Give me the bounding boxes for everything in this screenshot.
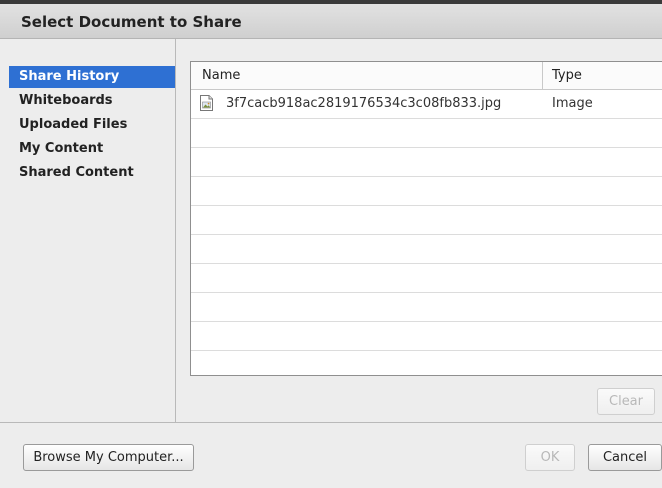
row-divider xyxy=(191,321,662,322)
dialog-title: Select Document to Share xyxy=(21,13,242,31)
row-divider xyxy=(191,263,662,264)
file-list: Name Type 3f7cacb918ac2819176534c3c08fb8… xyxy=(190,61,662,376)
image-file-icon xyxy=(200,95,213,111)
sidebar: Share History Whiteboards Uploaded Files… xyxy=(0,39,176,422)
row-divider xyxy=(191,118,662,119)
file-name: 3f7cacb918ac2819176534c3c08fb833.jpg xyxy=(226,96,502,111)
sidebar-item-uploaded-files[interactable]: Uploaded Files xyxy=(9,114,175,136)
sidebar-item-my-content[interactable]: My Content xyxy=(9,138,175,160)
row-divider xyxy=(191,205,662,206)
row-divider xyxy=(191,234,662,235)
file-row[interactable]: 3f7cacb918ac2819176534c3c08fb833.jpg Ima… xyxy=(191,90,662,118)
sidebar-item-share-history[interactable]: Share History xyxy=(9,66,175,88)
column-divider[interactable] xyxy=(542,62,543,89)
clear-button[interactable]: Clear xyxy=(597,388,655,415)
sidebar-item-shared-content[interactable]: Shared Content xyxy=(9,162,175,184)
row-divider xyxy=(191,350,662,351)
cancel-button[interactable]: Cancel xyxy=(588,444,662,471)
row-divider xyxy=(191,292,662,293)
column-header-name[interactable]: Name xyxy=(202,68,240,83)
column-header-type[interactable]: Type xyxy=(552,68,582,83)
file-list-header: Name Type xyxy=(191,62,662,90)
dialog-titlebar: Select Document to Share xyxy=(0,4,662,39)
row-divider xyxy=(191,147,662,148)
file-type: Image xyxy=(552,96,593,111)
row-divider xyxy=(191,176,662,177)
dialog-footer: Browse My Computer... OK Cancel xyxy=(0,422,662,488)
sidebar-item-whiteboards[interactable]: Whiteboards xyxy=(9,90,175,112)
ok-button[interactable]: OK xyxy=(525,444,575,471)
browse-my-computer-button[interactable]: Browse My Computer... xyxy=(23,444,194,471)
